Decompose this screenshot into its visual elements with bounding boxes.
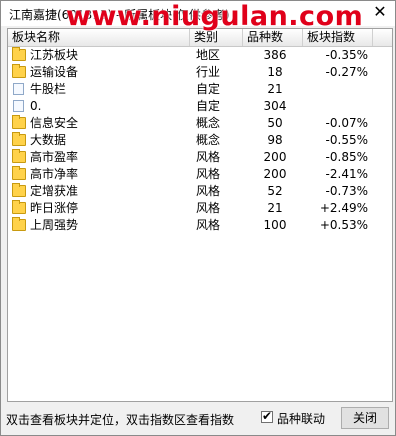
- folder-icon: [12, 132, 26, 146]
- folder-icon: [12, 149, 26, 163]
- close-icon[interactable]: ✕: [371, 3, 389, 21]
- block-name: 昨日涨停: [30, 201, 79, 215]
- cell-type: 概念: [196, 133, 221, 147]
- table-row[interactable]: 定增获准 风格 52 -0.73%: [8, 183, 392, 200]
- folder-icon: [12, 115, 26, 129]
- block-list[interactable]: 板块名称 类别 品种数 板块指数 江苏板块 地区 386 -0.35% 运输设备 行业 18…: [7, 28, 393, 402]
- cell-type: 地区: [196, 48, 221, 62]
- block-name: 牛股栏: [30, 82, 67, 96]
- table-row[interactable]: 高市净率 风格 200 -2.41%: [8, 166, 392, 183]
- folder-icon: [12, 64, 26, 78]
- document-icon: [13, 100, 24, 112]
- sync-checkbox[interactable]: ✔: [261, 409, 273, 423]
- watermark-text: www.niugulan.com: [66, 1, 364, 32]
- table-row[interactable]: 大数据 概念 98 -0.55%: [8, 132, 392, 149]
- cell-type: 自定: [196, 82, 221, 96]
- cell-type: 行业: [196, 65, 221, 79]
- table-row[interactable]: 信息安全 概念 50 -0.07%: [8, 115, 392, 132]
- cell-index[interactable]: +2.49%: [306, 200, 368, 217]
- block-name: 江苏板块: [30, 48, 79, 62]
- dialog-window: 江南嘉捷(601313) - 所属板块(仅供参考) ✕ 板块名称 类别 品种数 …: [0, 0, 396, 436]
- cell-type: 风格: [196, 201, 221, 215]
- table-row[interactable]: 江苏板块 地区 386 -0.35%: [8, 47, 392, 64]
- cell-type: 概念: [196, 116, 221, 130]
- cell-count: 100: [263, 218, 287, 232]
- list-rows: 江苏板块 地区 386 -0.35% 运输设备 行业 18 -0.27% 牛股栏 自定 21 0. 自定…: [8, 47, 392, 234]
- cell-index[interactable]: -2.41%: [306, 166, 368, 183]
- folder-icon: [12, 200, 26, 214]
- cell-index[interactable]: -0.55%: [306, 132, 368, 149]
- folder-icon: [12, 217, 26, 231]
- block-name: 高市盈率: [30, 150, 79, 164]
- table-row[interactable]: 0. 自定 304: [8, 98, 392, 115]
- block-name: 定增获准: [30, 184, 79, 198]
- cell-count: 52: [267, 184, 283, 198]
- cell-index[interactable]: -0.73%: [306, 183, 368, 200]
- cell-count: 21: [267, 201, 283, 215]
- cell-count: 200: [263, 167, 287, 181]
- cell-count: 98: [267, 133, 283, 147]
- cell-type: 风格: [196, 167, 221, 181]
- block-name: 运输设备: [30, 65, 79, 79]
- cell-index[interactable]: -0.85%: [306, 149, 368, 166]
- cell-index[interactable]: -0.07%: [306, 115, 368, 132]
- cell-count: 304: [263, 99, 287, 113]
- cell-type: 风格: [196, 184, 221, 198]
- hint-text: 双击查看板块并定位，双击指数区查看指数: [6, 413, 235, 427]
- cell-type: 风格: [196, 218, 221, 232]
- cell-count: 50: [267, 116, 283, 130]
- checkmark-icon: ✔: [262, 409, 273, 423]
- table-row[interactable]: 高市盈率 风格 200 -0.85%: [8, 149, 392, 166]
- cell-count: 386: [263, 48, 287, 62]
- table-row[interactable]: 运输设备 行业 18 -0.27%: [8, 64, 392, 81]
- close-button[interactable]: 关闭: [341, 407, 389, 429]
- table-row[interactable]: 上周强势 风格 100 +0.53%: [8, 217, 392, 234]
- cell-count: 21: [267, 82, 283, 96]
- cell-type: 自定: [196, 99, 221, 113]
- cell-count: 18: [267, 65, 283, 79]
- cell-index[interactable]: -0.27%: [306, 64, 368, 81]
- block-name: 高市净率: [30, 167, 79, 181]
- cell-count: 200: [263, 150, 287, 164]
- cell-index[interactable]: -0.35%: [306, 47, 368, 64]
- folder-icon: [12, 183, 26, 197]
- cell-type: 风格: [196, 150, 221, 164]
- folder-icon: [12, 166, 26, 180]
- sync-checkbox-label[interactable]: 品种联动: [277, 410, 325, 427]
- folder-icon: [12, 47, 26, 61]
- block-name: 大数据: [30, 133, 67, 147]
- table-row[interactable]: 昨日涨停 风格 21 +2.49%: [8, 200, 392, 217]
- document-icon: [13, 83, 24, 95]
- table-row[interactable]: 牛股栏 自定 21: [8, 81, 392, 98]
- cell-index[interactable]: +0.53%: [306, 217, 368, 234]
- block-name: 信息安全: [30, 116, 79, 130]
- block-name: 上周强势: [30, 218, 79, 232]
- block-name: 0.: [30, 99, 42, 113]
